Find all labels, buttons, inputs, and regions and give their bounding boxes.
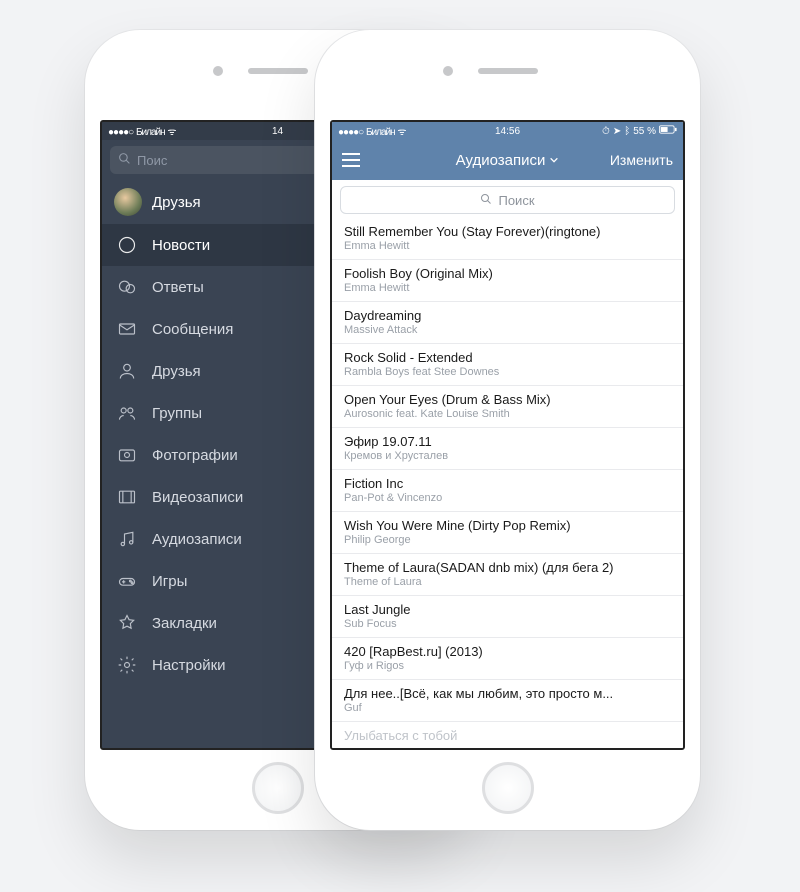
- audio-screen: ●●●●○ Билайн ᯤ 14:56 ⏱ ➤ ᛒ 55 % Ауди: [330, 120, 685, 750]
- battery-icon: [659, 125, 677, 137]
- track-row[interactable]: Wish You Were Mine (Dirty Pop Remix)Phil…: [332, 512, 683, 554]
- carrier-label: Билайн: [136, 127, 165, 138]
- track-row[interactable]: Open Your Eyes (Drum & Bass Mix)Aurosoni…: [332, 386, 683, 428]
- track-artist: Philip George: [344, 534, 671, 548]
- search-icon: [118, 152, 131, 168]
- wifi-icon: ᯤ: [167, 127, 175, 138]
- track-artist: Massive Attack: [344, 324, 671, 338]
- photos-icon: [116, 444, 138, 466]
- alarm-icon: ⏱: [602, 126, 610, 137]
- track-artist: Emma Hewitt: [344, 282, 671, 296]
- sidebar-item-label: Новости: [152, 237, 210, 254]
- track-row[interactable]: Для нее..[Всё, как мы любим, это просто …: [332, 680, 683, 722]
- track-artist: Rambla Boys feat Stee Downes: [344, 366, 671, 380]
- track-title: Rock Solid - Extended: [344, 350, 671, 366]
- track-title: Daydreaming: [344, 308, 671, 324]
- track-row[interactable]: Эфир 19.07.11Кремов и Хрусталев: [332, 428, 683, 470]
- status-bar: ●●●●○ Билайн ᯤ 14:56 ⏱ ➤ ᛒ 55 %: [332, 122, 683, 140]
- navbar-title-label: Аудиозаписи: [456, 152, 546, 169]
- navbar-title[interactable]: Аудиозаписи: [456, 152, 560, 169]
- track-list[interactable]: Still Remember You (Stay Forever)(ringto…: [332, 218, 683, 748]
- sidebar-item-label: Настройки: [152, 657, 226, 674]
- bookmarks-icon: [116, 612, 138, 634]
- search-input[interactable]: Поиск: [340, 186, 675, 214]
- track-artist: Theme of Laura: [344, 576, 671, 590]
- carrier-label: Билайн: [366, 127, 395, 138]
- track-title: 420 [RapBest.ru] (2013): [344, 644, 671, 660]
- news-icon: [116, 234, 138, 256]
- battery-label: 55 %: [633, 126, 656, 137]
- games-icon: [116, 570, 138, 592]
- track-title: Foolish Boy (Original Mix): [344, 266, 671, 282]
- chevron-down-icon: [549, 152, 559, 169]
- track-row[interactable]: Rock Solid - ExtendedRambla Boys feat St…: [332, 344, 683, 386]
- track-artist: Гуф и Rigos: [344, 660, 671, 674]
- track-row[interactable]: Foolish Boy (Original Mix)Emma Hewitt: [332, 260, 683, 302]
- sidebar-item-label: Аудиозаписи: [152, 531, 242, 548]
- audio-icon: [116, 528, 138, 550]
- avatar: [114, 188, 142, 216]
- track-title: Улыбаться с тобой: [344, 728, 671, 744]
- sidebar-item-label: Закладки: [152, 615, 217, 632]
- edit-label: Изменить: [610, 152, 673, 168]
- replies-icon: [116, 276, 138, 298]
- hamburger-icon[interactable]: [342, 153, 422, 167]
- wifi-icon: ᯤ: [397, 127, 405, 138]
- track-title: Last Jungle: [344, 602, 671, 618]
- home-button[interactable]: [252, 762, 304, 814]
- track-title: Fiction Inc: [344, 476, 671, 492]
- sidebar-item-label: Друзья: [152, 363, 201, 380]
- sidebar-item-label: Игры: [152, 573, 187, 590]
- friends-icon: [116, 360, 138, 382]
- track-row[interactable]: DaydreamingMassive Attack: [332, 302, 683, 344]
- search-placeholder: Поиск: [498, 193, 534, 208]
- sidebar-item-label: Сообщения: [152, 321, 233, 338]
- groups-icon: [116, 402, 138, 424]
- track-artist: Sub Focus: [344, 618, 671, 632]
- search-placeholder: Поис: [137, 153, 167, 168]
- track-row[interactable]: Still Remember You (Stay Forever)(ringto…: [332, 218, 683, 260]
- location-icon: ➤: [613, 126, 621, 137]
- sidebar-item-label: Видеозаписи: [152, 489, 243, 506]
- sidebar-item-label: Группы: [152, 405, 202, 422]
- navbar: Аудиозаписи Изменить: [332, 140, 683, 180]
- track-title: Open Your Eyes (Drum & Bass Mix): [344, 392, 671, 408]
- search-icon: [480, 193, 492, 208]
- track-title: Эфир 19.07.11: [344, 434, 671, 450]
- track-artist: Emma Hewitt: [344, 240, 671, 254]
- bluetooth-icon: ᛒ: [624, 126, 630, 137]
- track-row[interactable]: Last JungleSub Focus: [332, 596, 683, 638]
- phone-frame-right: ●●●●○ Билайн ᯤ 14:56 ⏱ ➤ ᛒ 55 % Ауди: [315, 30, 700, 830]
- messages-icon: [116, 318, 138, 340]
- profile-name: Друзья: [152, 194, 201, 211]
- track-title: Wish You Were Mine (Dirty Pop Remix): [344, 518, 671, 534]
- track-artist: Guf: [344, 702, 671, 716]
- edit-button[interactable]: Изменить: [593, 152, 673, 168]
- track-title: Theme of Laura(SADAN dnb mix) (для бега …: [344, 560, 671, 576]
- track-row[interactable]: Улыбаться с тобой: [332, 722, 683, 748]
- track-row[interactable]: 420 [RapBest.ru] (2013)Гуф и Rigos: [332, 638, 683, 680]
- track-title: Still Remember You (Stay Forever)(ringto…: [344, 224, 671, 240]
- settings-icon: [116, 654, 138, 676]
- track-artist: Кремов и Хрусталев: [344, 450, 671, 464]
- track-title: Для нее..[Всё, как мы любим, это просто …: [344, 686, 671, 702]
- sidebar-item-label: Фотографии: [152, 447, 238, 464]
- videos-icon: [116, 486, 138, 508]
- track-artist: Aurosonic feat. Kate Louise Smith: [344, 408, 671, 422]
- home-button[interactable]: [482, 762, 534, 814]
- track-row[interactable]: Theme of Laura(SADAN dnb mix) (для бега …: [332, 554, 683, 596]
- track-row[interactable]: Fiction IncPan-Pot & Vincenzo: [332, 470, 683, 512]
- track-artist: Pan-Pot & Vincenzo: [344, 492, 671, 506]
- sidebar-item-label: Ответы: [152, 279, 204, 296]
